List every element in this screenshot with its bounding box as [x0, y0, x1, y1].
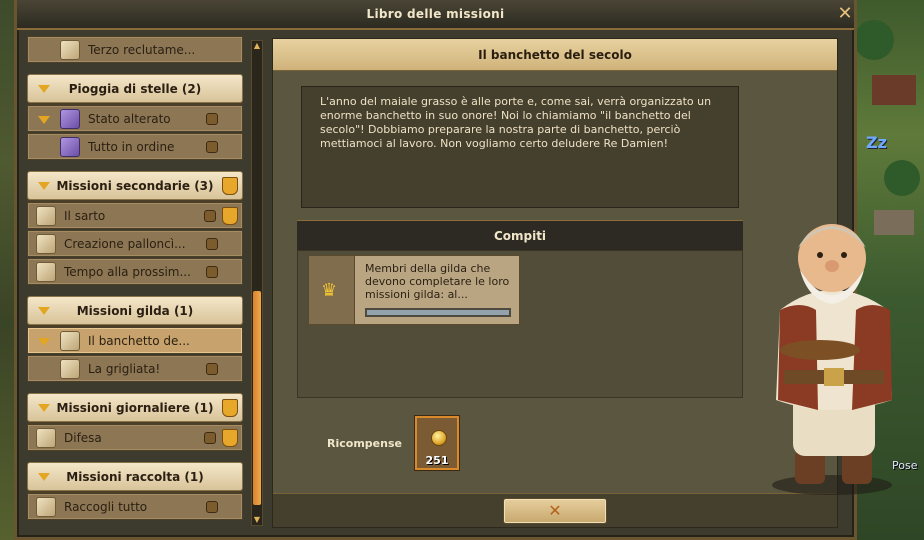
quest-item[interactable]: Creazione palloncì... [27, 230, 243, 257]
close-quest-button[interactable]: ✕ [503, 498, 607, 524]
quest-category[interactable]: Missioni gilda (1) [27, 296, 243, 325]
detail-footer: ✕ [273, 493, 837, 527]
task-card: ♛ Membri della gilda che devono completa… [308, 255, 520, 325]
quest-item[interactable]: Terzo reclutame... [27, 36, 243, 63]
quest-category[interactable]: Missioni raccolta (1) [27, 462, 243, 491]
window-title: Libro delle missioni [366, 7, 505, 21]
quest-lock-icon [204, 432, 216, 444]
quest-item[interactable]: Tempo alla prossim... [27, 258, 243, 285]
quest-list: Terzo reclutame... Pioggia di stelle (2) S… [27, 36, 245, 526]
quest-list-scrollbar[interactable]: ▲ ▼ [251, 40, 263, 526]
star-spell-icon [60, 137, 80, 157]
quest-description: L'anno del maiale grasso è alle porte e,… [320, 95, 712, 150]
task-icon-box: ♛ [309, 256, 355, 324]
task-text: Membri della gilda che devono completare… [365, 262, 510, 301]
quest-item[interactable]: Raccogli tutto [27, 493, 243, 520]
quest-title-bar: Il banchetto del secolo [273, 39, 837, 71]
tasks-header: Compiti [297, 220, 743, 250]
reward-value: 251 [425, 454, 449, 467]
reward-slot[interactable]: 251 [415, 416, 459, 470]
scroll-up-icon[interactable]: ▲ [252, 41, 262, 51]
quest-item[interactable]: Il sarto [27, 202, 243, 229]
quest-item-label: La grigliata! [88, 362, 161, 376]
quest-item[interactable]: Tutto in ordine [27, 133, 243, 160]
crown-icon: ♛ [321, 280, 338, 301]
quest-item-label: Tempo alla prossim... [64, 265, 191, 279]
quest-category[interactable]: Missioni secondarie (3) [27, 171, 243, 200]
scroll-icon [60, 40, 80, 60]
quest-item-label: Stato alterato [88, 112, 171, 126]
gold-coin-icon [431, 430, 447, 446]
active-arrow-icon [38, 116, 50, 124]
quest-item[interactable]: La grigliata! [27, 355, 243, 382]
quest-item[interactable]: Difesa [27, 424, 243, 451]
quest-category[interactable]: Missioni giornaliere (1) [27, 393, 243, 422]
quest-title: Il banchetto del secolo [478, 48, 632, 62]
sleep-icon: Zz [866, 133, 887, 152]
trophy-icon [222, 177, 238, 195]
scroll-icon [36, 206, 56, 226]
quest-item-label: Tutto in ordine [88, 140, 175, 154]
rewards-label: Ricompense [327, 437, 402, 450]
titlebar: Libro delle missioni ✕ [17, 0, 854, 30]
daily-scroll-icon [36, 428, 56, 448]
quest-item-label: Creazione palloncì... [64, 237, 186, 251]
quest-item-label: Il sarto [64, 209, 106, 223]
scroll-icon [36, 234, 56, 254]
quest-lock-icon [206, 141, 218, 153]
tasks-title: Compiti [493, 229, 547, 243]
quest-category[interactable]: Pioggia di stelle (2) [27, 74, 243, 103]
close-button[interactable]: ✕ [835, 4, 855, 24]
quest-category-label: Missioni gilda (1) [76, 304, 194, 318]
quest-category-label: Missioni raccolta (1) [66, 470, 204, 484]
trophy-icon [222, 429, 238, 447]
quest-item[interactable]: Stato alterato [27, 105, 243, 132]
close-icon: ✕ [548, 501, 562, 520]
quest-lock-icon [206, 266, 218, 278]
quest-item-label: Il banchetto de... [88, 334, 190, 348]
quest-lock-icon [206, 238, 218, 250]
star-spell-icon [60, 109, 80, 129]
quest-detail-panel: Il banchetto del secolo L'anno del maial… [272, 38, 838, 528]
task-progress-bar [365, 308, 511, 317]
scroll-icon [36, 262, 56, 282]
trophy-icon [222, 399, 238, 417]
quest-category-label: Missioni giornaliere (1) [56, 401, 214, 415]
npc-character [772, 224, 892, 495]
tasks-area: ♛ Membri della gilda che devono completa… [297, 250, 743, 398]
guild-scroll-icon [60, 331, 80, 351]
trophy-icon [222, 207, 238, 225]
daily-scroll-icon [36, 497, 56, 517]
quest-item-label: Terzo reclutame... [88, 43, 196, 57]
quest-lock-icon [206, 113, 218, 125]
quest-category-label: Missioni secondarie (3) [56, 179, 214, 193]
quest-category-label: Pioggia di stelle (2) [68, 82, 202, 96]
quest-lock-icon [204, 210, 216, 222]
quest-item-label: Difesa [64, 431, 102, 445]
guild-scroll-icon [60, 359, 80, 379]
quest-lock-icon [206, 363, 218, 375]
quest-description-box: L'anno del maiale grasso è alle porte e,… [301, 86, 739, 208]
active-arrow-icon [38, 338, 50, 346]
quest-lock-icon [206, 501, 218, 513]
quest-item[interactable]: Il banchetto de... [27, 327, 243, 354]
scroll-down-icon[interactable]: ▼ [252, 515, 262, 525]
quest-item-label: Raccogli tutto [64, 500, 148, 514]
scroll-thumb[interactable] [253, 291, 261, 505]
